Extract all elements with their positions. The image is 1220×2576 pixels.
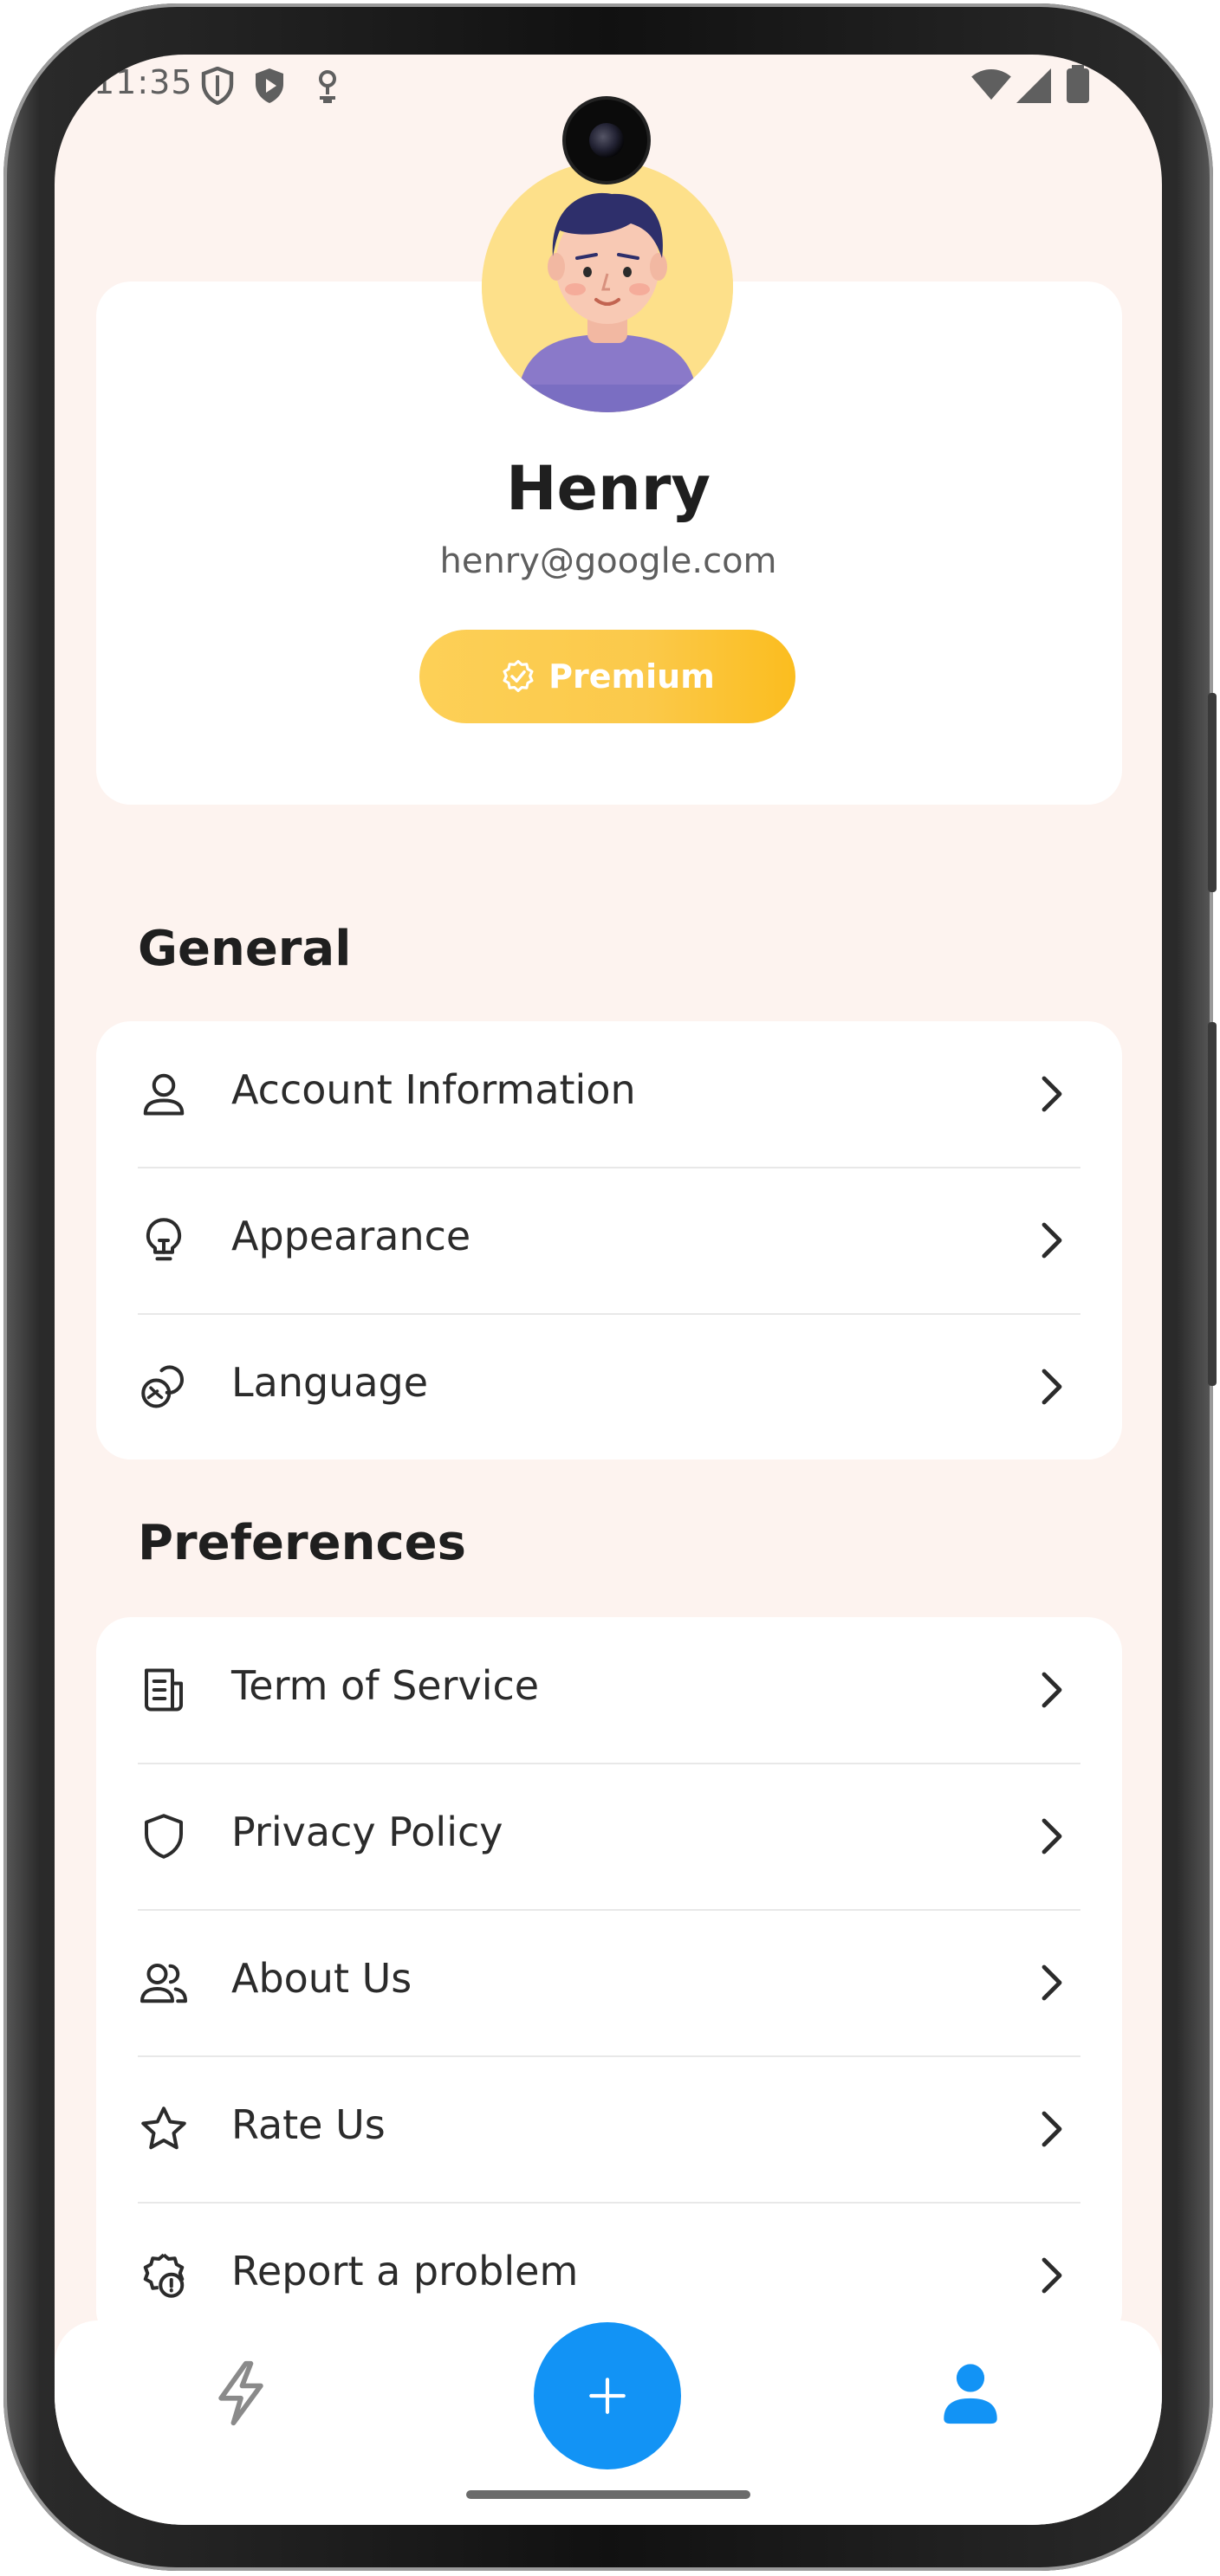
add-icon	[589, 2378, 626, 2414]
premium-button[interactable]: Premium	[419, 630, 795, 723]
chevron-right-icon	[1042, 1672, 1062, 1708]
menu-item-about-us[interactable]: About Us	[96, 1910, 1122, 2055]
volume-button	[1208, 693, 1217, 892]
menu-item-label: About Us	[231, 1955, 412, 2002]
user-icon	[143, 1073, 185, 1116]
profile-name: Henry	[505, 453, 711, 524]
play-protect-icon	[256, 68, 283, 103]
menu-item-label: Appearance	[231, 1213, 471, 1259]
verified-icon	[503, 659, 534, 693]
power-button	[1208, 1022, 1217, 1386]
menu-item-language[interactable]: Language	[96, 1314, 1122, 1460]
menu-item-term-of-service[interactable]: Term of Service	[96, 1617, 1122, 1763]
menu-item-privacy-policy[interactable]: Privacy Policy	[96, 1764, 1122, 1909]
profile-icon[interactable]	[939, 2360, 1002, 2426]
menu-item-rate-us[interactable]: Rate Us	[96, 2056, 1122, 2202]
language-icon	[141, 1365, 184, 1408]
premium-label: Premium	[548, 657, 715, 696]
lightning-icon[interactable]	[211, 2359, 271, 2428]
section-title-general: General	[138, 921, 352, 977]
menu-item-label: Term of Service	[231, 1662, 540, 1709]
report-icon	[143, 2253, 185, 2298]
general-card: Account Information Appearance Language	[96, 1021, 1122, 1460]
chevron-right-icon	[1042, 2257, 1062, 2294]
wifi-icon	[971, 68, 1011, 100]
menu-item-label: Account Information	[231, 1066, 636, 1113]
battery-icon	[1067, 65, 1089, 103]
menu-item-account-information[interactable]: Account Information	[96, 1021, 1122, 1167]
preferences-card: Term of Service Privacy Policy About Us …	[96, 1617, 1122, 2345]
status-time: 11:35	[94, 63, 193, 101]
shield-icon	[145, 1814, 183, 1859]
home-indicator[interactable]	[466, 2490, 750, 2499]
avatar-illustration	[482, 161, 733, 412]
shield-icon	[201, 67, 234, 105]
menu-item-label: Privacy Policy	[231, 1809, 503, 1855]
users-icon	[140, 1964, 187, 2003]
menu-item-label: Rate Us	[231, 2101, 386, 2148]
add-button[interactable]	[534, 2322, 681, 2469]
menu-item-appearance[interactable]: Appearance	[96, 1168, 1122, 1313]
chevron-right-icon	[1042, 1818, 1062, 1854]
camera-cutout	[566, 100, 647, 181]
section-title-preferences: Preferences	[138, 1515, 466, 1571]
chevron-right-icon	[1042, 1964, 1062, 2001]
avatar[interactable]	[482, 161, 733, 412]
chevron-right-icon	[1042, 1076, 1062, 1112]
chevron-right-icon	[1042, 2111, 1062, 2147]
lightbulb-icon	[146, 1218, 182, 1261]
signal-icon	[1016, 68, 1051, 103]
menu-item-label: Language	[231, 1359, 429, 1406]
phone-frame: 11:35 Henry henry@google.com Premium Gen…	[0, 0, 1220, 2576]
menu-item-label: Report a problem	[231, 2248, 579, 2294]
profile-email: henry@google.com	[439, 541, 777, 581]
star-icon	[141, 2107, 186, 2150]
chevron-right-icon	[1042, 1222, 1062, 1259]
app-screen: 11:35 Henry henry@google.com Premium Gen…	[55, 55, 1162, 2525]
chevron-right-icon	[1042, 1369, 1062, 1405]
location-icon	[319, 70, 336, 103]
document-icon	[145, 1668, 183, 1712]
